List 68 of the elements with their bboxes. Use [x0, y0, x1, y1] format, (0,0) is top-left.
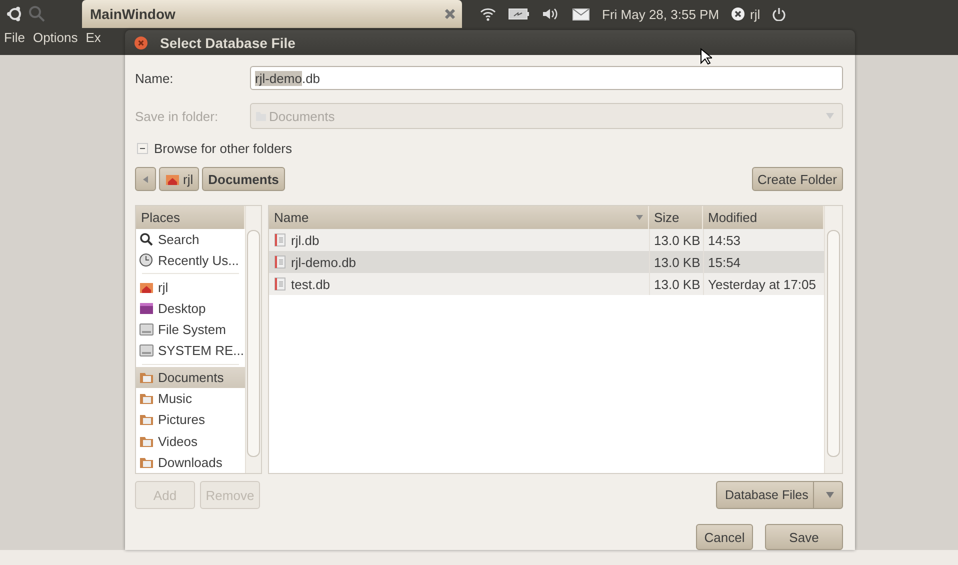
user-status-icon[interactable]: [731, 7, 746, 21]
places-item[interactable]: rjl: [136, 276, 245, 298]
desktop-icon: [139, 300, 154, 316]
close-icon[interactable]: [444, 8, 456, 20]
file-type-dropdown[interactable]: Database Files: [716, 481, 843, 509]
path-button[interactable]: Documents: [202, 167, 285, 191]
drive-icon: [139, 322, 154, 338]
search-icon: [139, 232, 154, 248]
table-cell: 13.0 KB: [649, 273, 703, 295]
field-label: Save in folder:: [135, 108, 220, 124]
table-cell[interactable]: rjl-demo.db: [269, 251, 649, 273]
menu-item[interactable]: File: [4, 28, 25, 48]
collapse-icon[interactable]: [137, 142, 148, 154]
table-cell: 14:53: [703, 229, 824, 251]
table-cell: Yesterday at 17:05: [703, 273, 824, 295]
table-cell: 15:54: [703, 251, 824, 273]
document-icon: [274, 255, 286, 269]
ubuntu-logo-icon[interactable]: [6, 5, 24, 23]
table-cell[interactable]: test.db: [269, 273, 649, 295]
expander-label[interactable]: Browse for other folders: [154, 140, 292, 156]
power-icon[interactable]: [772, 7, 786, 21]
document-icon: [274, 277, 286, 291]
close-icon[interactable]: [134, 36, 148, 50]
column-header[interactable]: Modified: [703, 206, 824, 229]
dialog-button[interactable]: Cancel: [696, 524, 753, 550]
left-arrow-icon: [143, 176, 148, 182]
caret-icon: [826, 492, 834, 498]
mouse-pointer-icon: [700, 48, 712, 65]
document-icon: [274, 233, 286, 247]
clock[interactable]: Fri May 28, 3:55 PM: [602, 6, 720, 22]
table-cell: 13.0 KB: [649, 229, 703, 251]
places-item[interactable]: Desktop: [136, 298, 245, 320]
places-item[interactable]: Documents: [136, 366, 245, 388]
user-name[interactable]: rjl: [750, 6, 760, 22]
places-item[interactable]: Recently Us...: [136, 250, 245, 272]
places-item[interactable]: Search: [136, 228, 245, 250]
window-title: MainWindow: [90, 6, 176, 22]
places-item[interactable]: File System: [136, 319, 245, 340]
scrollbar[interactable]: [824, 206, 842, 473]
menu-item[interactable]: Ex: [86, 28, 101, 48]
wifi-icon[interactable]: [480, 7, 496, 21]
places-item[interactable]: Pictures: [136, 409, 245, 430]
places-item[interactable]: Videos: [136, 430, 245, 452]
table-cell[interactable]: rjl.db: [269, 229, 649, 251]
path-button[interactable]: rjl: [159, 167, 200, 191]
speaker-icon[interactable]: [542, 7, 560, 21]
table-cell: 13.0 KB: [649, 251, 703, 273]
places-item[interactable]: SYSTEM RE...: [136, 340, 245, 362]
places-item[interactable]: Downloads: [136, 452, 245, 473]
clock-icon: [139, 253, 154, 268]
name-field[interactable]: rjl-demo.db: [250, 66, 843, 90]
dialog-button[interactable]: Save: [765, 524, 843, 550]
column-header[interactable]: Size: [649, 206, 703, 229]
drive-icon: [139, 343, 154, 358]
column-header[interactable]: Name: [269, 206, 649, 229]
folder-icon: [139, 412, 154, 428]
menu-item[interactable]: Options: [32, 28, 78, 48]
scrollbar[interactable]: [245, 206, 261, 473]
dialog-title: Select Database File: [160, 34, 296, 50]
field-label: Name:: [135, 70, 174, 86]
folder-icon: [139, 391, 154, 406]
envelope-icon[interactable]: [572, 8, 590, 20]
places-item[interactable]: Music: [136, 388, 245, 410]
dropdown-value: Documents: [269, 108, 335, 124]
create-folder-button[interactable]: Create Folder: [752, 167, 843, 191]
battery-icon[interactable]: [508, 8, 530, 20]
column-header[interactable]: Places: [136, 206, 245, 229]
caret-icon: [826, 113, 834, 119]
